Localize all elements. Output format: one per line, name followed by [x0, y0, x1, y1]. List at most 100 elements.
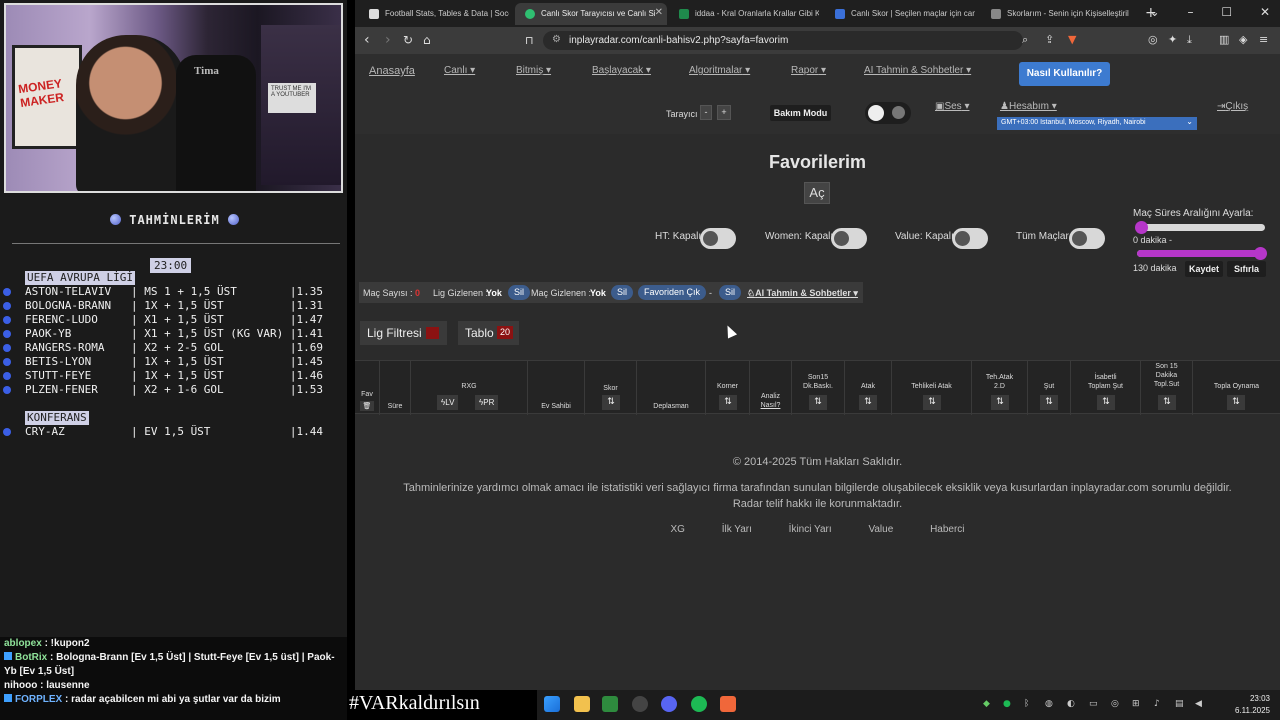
trash-icon[interactable]: 🗑 [360, 401, 374, 411]
footer-link-value[interactable]: Value [868, 524, 893, 535]
sort-icon[interactable]: ⇅ [1097, 395, 1115, 410]
zoom-icon[interactable]: ⌕ [1022, 33, 1028, 47]
steam-icon[interactable]: ◍ [1045, 699, 1053, 709]
maximize-icon[interactable]: ☐ [1221, 5, 1232, 19]
clear-hidden-matches-button[interactable]: Sil [611, 285, 634, 300]
ht-toggle[interactable] [700, 228, 736, 249]
tab-label: Football Stats, Tables & Data | Socc [385, 9, 509, 18]
footer-link-first-half[interactable]: İlk Yarı [722, 524, 752, 535]
volume-icon[interactable]: ◀ [1195, 699, 1202, 709]
nav-report[interactable]: Rapor ▾ [791, 65, 826, 76]
footer-link-xg[interactable]: XG [670, 524, 684, 535]
download-icon[interactable]: ⤓ [1187, 33, 1192, 47]
prediction-text: PLZEN-FENER | X2 + 1-6 GOL |1.53 [25, 383, 324, 396]
vpn-icon[interactable]: ◎ [1148, 33, 1158, 46]
nav-ai[interactable]: AI Tahmin & Sohbetler ▾ [864, 65, 971, 76]
ai-predictions-link[interactable]: ♘AI Tahmin & Sohbetler ▾ [747, 288, 858, 299]
bluetooth-icon[interactable]: ᛒ [1024, 699, 1029, 709]
value-toggle[interactable] [952, 228, 988, 249]
extensions-icon[interactable]: ✦ [1168, 33, 1177, 46]
spotify-tray-icon[interactable]: ● [1003, 699, 1011, 709]
sort-icon[interactable]: ⇅ [1040, 395, 1058, 410]
pr-button[interactable]: ϟPR [475, 395, 499, 410]
nav-live[interactable]: Canlı ▾ [444, 65, 475, 76]
file-explorer-icon[interactable] [574, 696, 590, 712]
timezone-select[interactable]: GMT+03:00 Istanbul, Moscow, Riyadh, Nair… [997, 117, 1197, 130]
clear-hidden-leagues-button[interactable]: Sil [508, 285, 531, 300]
wallet-icon[interactable]: ◈ [1239, 33, 1247, 46]
browser-tab-active[interactable]: Canlı Skor Tarayıcısı ve Canlı Si ✕ [515, 3, 667, 25]
nav-algorithms[interactable]: Algoritmalar ▾ [689, 65, 750, 76]
table-button[interactable]: Tablo 20 [458, 321, 519, 345]
slider-thumb[interactable] [1135, 221, 1148, 234]
browser-tab[interactable]: Skorlarım - Senin için Kişiselleştiril [981, 3, 1131, 25]
sort-icon[interactable]: ⇅ [719, 395, 737, 410]
scanner-minus-button[interactable]: - [700, 105, 712, 120]
remove-favorites-button[interactable]: Favoriden Çık [638, 285, 707, 300]
sidebar-icon[interactable]: ▥ [1219, 33, 1229, 46]
lv-button[interactable]: ϟLV [437, 395, 459, 410]
reload-icon[interactable]: ↻ [403, 33, 413, 47]
women-toggle[interactable] [831, 228, 867, 249]
obs-icon[interactable] [632, 696, 648, 712]
reset-button[interactable]: Sıfırla [1227, 261, 1266, 277]
clear-favorites-button[interactable]: Sil [719, 285, 742, 300]
nav-upcoming[interactable]: Başlayacak ▾ [592, 65, 651, 76]
chevron-down-icon[interactable]: ⌄ [1150, 5, 1160, 19]
slider-thumb[interactable] [1254, 247, 1267, 260]
min-duration-slider[interactable] [1135, 221, 1265, 234]
all-matches-toggle[interactable] [1069, 228, 1105, 249]
scanner-plus-button[interactable]: + [717, 105, 731, 120]
help-button[interactable]: Nasıl Kullanılır? [1019, 62, 1110, 86]
sound-menu[interactable]: ▣Ses ▾ [935, 101, 970, 112]
back-icon[interactable]: ‹ [364, 32, 370, 48]
close-icon[interactable]: ✕ [1260, 5, 1270, 19]
nav-home[interactable]: Anasayfa [369, 65, 415, 77]
max-duration-slider[interactable] [1137, 247, 1267, 260]
save-button[interactable]: Kaydet [1185, 261, 1223, 277]
discord-icon[interactable] [661, 696, 677, 712]
sort-icon[interactable]: ⇅ [809, 395, 827, 410]
league-filter-button[interactable]: Lig Filtresi [360, 321, 447, 345]
brave-icon[interactable] [720, 696, 736, 712]
headset-icon[interactable]: ◐ [1067, 699, 1075, 709]
forward-icon[interactable]: › [385, 32, 391, 48]
spotify-icon[interactable] [691, 696, 707, 712]
site-info-icon[interactable]: ⚙ [552, 34, 561, 45]
maintenance-button[interactable]: Bakım Modu [770, 105, 831, 121]
account-menu[interactable]: ♟Hesabım ▾ [1000, 101, 1057, 112]
taskbar-clock[interactable]: 23:03 6.11.2025 [1235, 693, 1270, 717]
minimize-icon[interactable]: – [1188, 5, 1194, 19]
sort-icon[interactable]: ⇅ [602, 395, 620, 410]
microphone-icon[interactable]: ♪ [1154, 699, 1160, 709]
browser-tab[interactable]: Football Stats, Tables & Data | Socc [359, 3, 509, 25]
share-icon[interactable]: ⇪ [1045, 33, 1054, 46]
footer-link-second-half[interactable]: İkinci Yarı [789, 524, 832, 535]
sort-icon[interactable]: ⇅ [859, 395, 877, 410]
footer-link-haberci[interactable]: Haberci [930, 524, 964, 535]
sort-icon[interactable]: ⇅ [1158, 395, 1176, 410]
notepad-icon[interactable] [602, 696, 618, 712]
network-icon[interactable]: ▤ [1175, 699, 1184, 709]
nvidia-icon[interactable]: ◆ [983, 699, 990, 709]
close-tab-icon[interactable]: ✕ [655, 7, 663, 18]
home-icon[interactable]: ⌂ [423, 33, 431, 47]
tray-app-icon[interactable]: ⊞ [1132, 699, 1140, 709]
windows-start-icon[interactable] [544, 696, 560, 712]
analysis-help-link[interactable]: Nasıl? [750, 402, 791, 409]
url-field[interactable]: ⚙ inplayradar.com/canli-bahisv2.php?sayf… [543, 31, 1023, 50]
browser-tab[interactable]: Canlı Skor | Seçilen maçlar için can [825, 3, 975, 25]
brave-shield-icon[interactable]: ▼ [1068, 33, 1076, 46]
nav-finished[interactable]: Bitmiş ▾ [516, 65, 551, 76]
sort-icon[interactable]: ⇅ [991, 395, 1009, 410]
controller-icon[interactable]: ▭ [1089, 699, 1098, 709]
chrome-icon[interactable]: ◎ [1111, 699, 1119, 709]
bookmark-icon[interactable]: ⊓ [525, 34, 534, 47]
sort-icon[interactable]: ⇅ [1227, 395, 1245, 410]
sort-icon[interactable]: ⇅ [923, 395, 941, 410]
logout-link[interactable]: ⇥Çıkış [1217, 101, 1248, 112]
theme-toggle[interactable] [865, 102, 911, 124]
menu-icon[interactable]: ≡ [1259, 33, 1268, 46]
open-button[interactable]: Aç [804, 182, 830, 204]
browser-tab[interactable]: iddaa - Kral Oranlarla Krallar Gibi K [669, 3, 819, 25]
